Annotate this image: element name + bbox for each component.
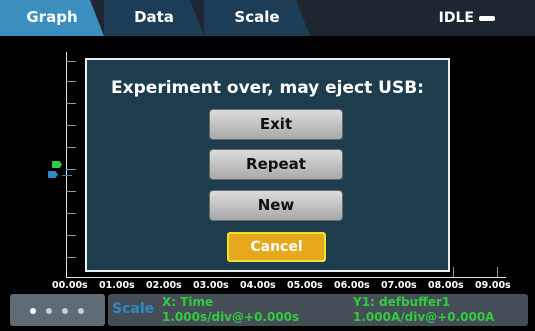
eject-usb-dialog: Experiment over, may eject USB: Exit Rep… bbox=[85, 58, 450, 272]
x-tick bbox=[497, 267, 498, 277]
status-indicator[interactable]: IDLE bbox=[439, 0, 495, 36]
y1-axis-scale: 1.000A/div@+0.000A bbox=[353, 310, 495, 324]
y-tick bbox=[66, 169, 76, 170]
dialog-title: Experiment over, may eject USB: bbox=[111, 78, 424, 98]
y-tick bbox=[66, 81, 76, 82]
y-tick bbox=[66, 125, 76, 126]
page-dot bbox=[46, 308, 52, 314]
bottom-bar: Scale X: Time 1.000s/div@+0.000s Y1: def… bbox=[0, 288, 535, 331]
tab-graph[interactable]: Graph bbox=[0, 0, 104, 36]
y1-axis-title: Y1: defbuffer1 bbox=[353, 295, 451, 309]
status-text: IDLE bbox=[438, 10, 474, 26]
exit-button[interactable]: Exit bbox=[209, 109, 343, 140]
tab-data[interactable]: Data bbox=[104, 0, 204, 36]
x-axis bbox=[66, 277, 506, 278]
y1-marker-green-icon[interactable] bbox=[52, 161, 62, 168]
idle-bar-icon bbox=[479, 15, 495, 21]
y-axis bbox=[66, 52, 67, 277]
y-marker-blue-icon[interactable] bbox=[48, 171, 58, 178]
y-tick bbox=[66, 257, 76, 258]
y-tick bbox=[66, 147, 76, 148]
scale-label: Scale bbox=[112, 301, 155, 317]
y-tick bbox=[66, 61, 76, 62]
repeat-button[interactable]: Repeat bbox=[209, 149, 343, 180]
x-axis-title: X: Time bbox=[162, 295, 214, 309]
top-tab-bar: Graph Data Scale IDLE bbox=[0, 0, 535, 36]
y-tick bbox=[66, 235, 76, 236]
cancel-button[interactable]: Cancel bbox=[227, 232, 326, 262]
y-tick bbox=[66, 103, 76, 104]
x-axis-scale: 1.000s/div@+0.000s bbox=[162, 310, 300, 324]
new-button[interactable]: New bbox=[209, 190, 343, 221]
page-dot bbox=[62, 308, 68, 314]
page-dot bbox=[30, 308, 36, 314]
y-tick bbox=[66, 213, 76, 214]
page-dot bbox=[78, 308, 84, 314]
tab-scale[interactable]: Scale bbox=[204, 0, 310, 36]
page-dots-icon[interactable] bbox=[10, 294, 105, 326]
scale-panel[interactable]: Scale X: Time 1.000s/div@+0.000s Y1: def… bbox=[108, 294, 528, 326]
x-tick bbox=[453, 267, 454, 277]
y-tick bbox=[66, 191, 76, 192]
marker-line bbox=[62, 175, 72, 176]
